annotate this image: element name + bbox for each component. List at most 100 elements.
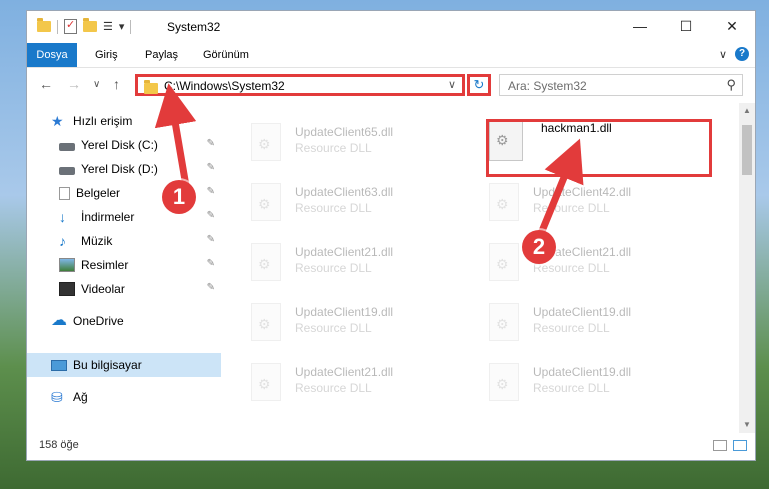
maximize-button[interactable]: ☐	[663, 11, 709, 41]
file-type: Resource DLL	[533, 381, 610, 395]
pin-icon: ✎	[206, 282, 215, 293]
file-item[interactable]: UpdateClient63.dll Resource DLL	[223, 177, 423, 227]
file-type: Resource DLL	[533, 321, 610, 335]
sidebar-item-label: İndirmeler	[81, 210, 135, 224]
toolbar-divider	[57, 19, 58, 34]
downloads-icon: ↓	[59, 209, 66, 225]
music-icon: ♪	[59, 233, 66, 249]
search-icon[interactable]: ⚲	[726, 77, 736, 93]
file-name: UpdateClient63.dll	[295, 185, 394, 199]
vertical-scrollbar[interactable]: ▲ ▼	[739, 103, 755, 433]
minimize-button[interactable]: —	[617, 11, 663, 41]
customize-toolbar-icon[interactable]: ☰	[103, 20, 113, 33]
tab-view[interactable]: Görünüm	[203, 43, 249, 67]
dll-file-icon	[251, 123, 281, 161]
sidebar-item-quick-access[interactable]: ★ Hızlı erişim	[27, 109, 221, 133]
properties-icon[interactable]	[64, 18, 77, 34]
sidebar-item-label: OneDrive	[73, 314, 124, 328]
sidebar-item-videos[interactable]: Videolar ✎	[27, 277, 221, 301]
tab-home[interactable]: Giriş	[95, 43, 118, 67]
file-item[interactable]: UpdateClient19.dll Resource DLL	[223, 297, 423, 347]
dll-file-icon	[489, 243, 519, 281]
annotation-badge-2: 2	[522, 230, 556, 264]
file-name: UpdateClient21.dll	[295, 245, 394, 259]
file-item[interactable]: UpdateClient42.dll Resource DLL	[461, 177, 661, 227]
file-item[interactable]: UpdateClient21.dll Resource DLL	[223, 357, 423, 407]
drive-icon	[59, 166, 75, 175]
pin-icon: ✎	[206, 186, 215, 197]
pictures-icon	[59, 258, 75, 272]
pin-icon: ✎	[206, 210, 215, 221]
sidebar-item-pictures[interactable]: Resimler ✎	[27, 253, 221, 277]
recent-locations-button[interactable]: ∨	[93, 79, 100, 90]
navigation-bar: ← → ∨ ↑ C:\Windows\System32 ∨ ↻ Ara: Sys…	[27, 68, 755, 102]
details-view-icon[interactable]	[713, 440, 727, 451]
file-list: UpdateClient65.dll Resource DLL UpdateCl…	[223, 103, 737, 431]
sidebar-item-downloads[interactable]: ↓ İndirmeler ✎	[27, 205, 221, 229]
dll-file-icon	[251, 303, 281, 341]
close-button[interactable]: ✕	[709, 11, 755, 41]
toolbar-divider	[130, 19, 132, 34]
tab-share[interactable]: Paylaş	[145, 43, 178, 67]
file-type: Resource DLL	[295, 141, 372, 155]
dll-file-icon	[489, 303, 519, 341]
title-bar: ☰ ▾ System32 — ☐ ✕	[27, 11, 755, 43]
file-item[interactable]: UpdateClient65.dll Resource DLL	[223, 117, 423, 167]
pin-icon: ✎	[206, 138, 215, 149]
new-folder-icon[interactable]	[83, 18, 97, 32]
large-icons-view-icon[interactable]	[733, 440, 747, 451]
refresh-button[interactable]: ↻	[467, 74, 491, 96]
scroll-up-icon[interactable]: ▲	[739, 103, 755, 119]
sidebar-item-onedrive[interactable]: ☁ OneDrive	[27, 309, 221, 333]
annotation-badge-1: 1	[162, 180, 196, 214]
scroll-thumb[interactable]	[742, 125, 752, 175]
file-type: Resource DLL	[295, 321, 372, 335]
address-dropdown-icon[interactable]: ∨	[448, 78, 456, 91]
sidebar-item-label: Resimler	[81, 258, 129, 272]
dll-file-icon	[489, 363, 519, 401]
pin-icon: ✎	[206, 234, 215, 245]
item-count: 158 öğe	[39, 439, 79, 451]
search-input[interactable]: Ara: System32 ⚲	[499, 74, 743, 96]
file-type: Resource DLL	[295, 201, 372, 215]
file-type: Resource DLL	[295, 381, 372, 395]
file-name: UpdateClient42.dll	[533, 185, 632, 199]
sidebar-item-this-pc[interactable]: Bu bilgisayar	[27, 353, 221, 377]
sidebar-item-label: Yerel Disk (C:)	[81, 138, 158, 152]
file-item[interactable]: UpdateClient19.dll Resource DLL	[461, 297, 661, 347]
highlight-box-file	[486, 119, 712, 177]
sidebar-item-label: Müzik	[81, 234, 113, 248]
file-item[interactable]: UpdateClient19.dll Resource DLL	[461, 357, 661, 407]
scroll-down-icon[interactable]: ▼	[739, 417, 755, 433]
documents-icon	[59, 186, 70, 200]
toolbar-dropdown-button[interactable]: ▾	[119, 20, 125, 33]
window-title: System32	[167, 20, 221, 34]
folder-icon	[144, 80, 158, 94]
file-name: UpdateClient21.dll	[295, 365, 394, 379]
cloud-icon: ☁	[51, 312, 67, 329]
pin-icon: ✎	[206, 258, 215, 269]
sidebar-item-music[interactable]: ♪ Müzik ✎	[27, 229, 221, 253]
up-button[interactable]: ↑	[113, 76, 120, 92]
sidebar-item-label: Belgeler	[76, 186, 121, 200]
quick-access-toolbar: ☰ ▾	[37, 18, 132, 34]
forward-button[interactable]: →	[67, 76, 81, 92]
ribbon-controls: ∨ ?	[719, 47, 749, 61]
file-name: UpdateClient19.dll	[533, 305, 632, 319]
back-button[interactable]: ←	[39, 76, 53, 92]
file-name: UpdateClient19.dll	[295, 305, 394, 319]
sidebar-item-drive-c[interactable]: Yerel Disk (C:) ✎	[27, 133, 221, 157]
sidebar-item-network[interactable]: ⛁ Ağ	[27, 385, 221, 409]
ribbon-collapse-icon[interactable]: ∨	[719, 48, 727, 61]
sidebar-item-drive-d[interactable]: Yerel Disk (D:) ✎	[27, 157, 221, 181]
search-placeholder: Ara: System32	[508, 79, 587, 93]
file-item[interactable]: UpdateClient21.dll Resource DLL	[223, 237, 423, 287]
dll-file-icon	[489, 183, 519, 221]
file-type: Resource DLL	[533, 261, 610, 275]
help-icon[interactable]: ?	[735, 47, 749, 61]
folder-icon	[37, 18, 51, 32]
tab-file[interactable]: Dosya	[27, 43, 77, 67]
dll-file-icon	[251, 183, 281, 221]
file-item[interactable]: UpdateClient21.dll Resource DLL	[461, 237, 661, 287]
address-bar[interactable]: C:\Windows\System32 ∨	[135, 74, 465, 96]
